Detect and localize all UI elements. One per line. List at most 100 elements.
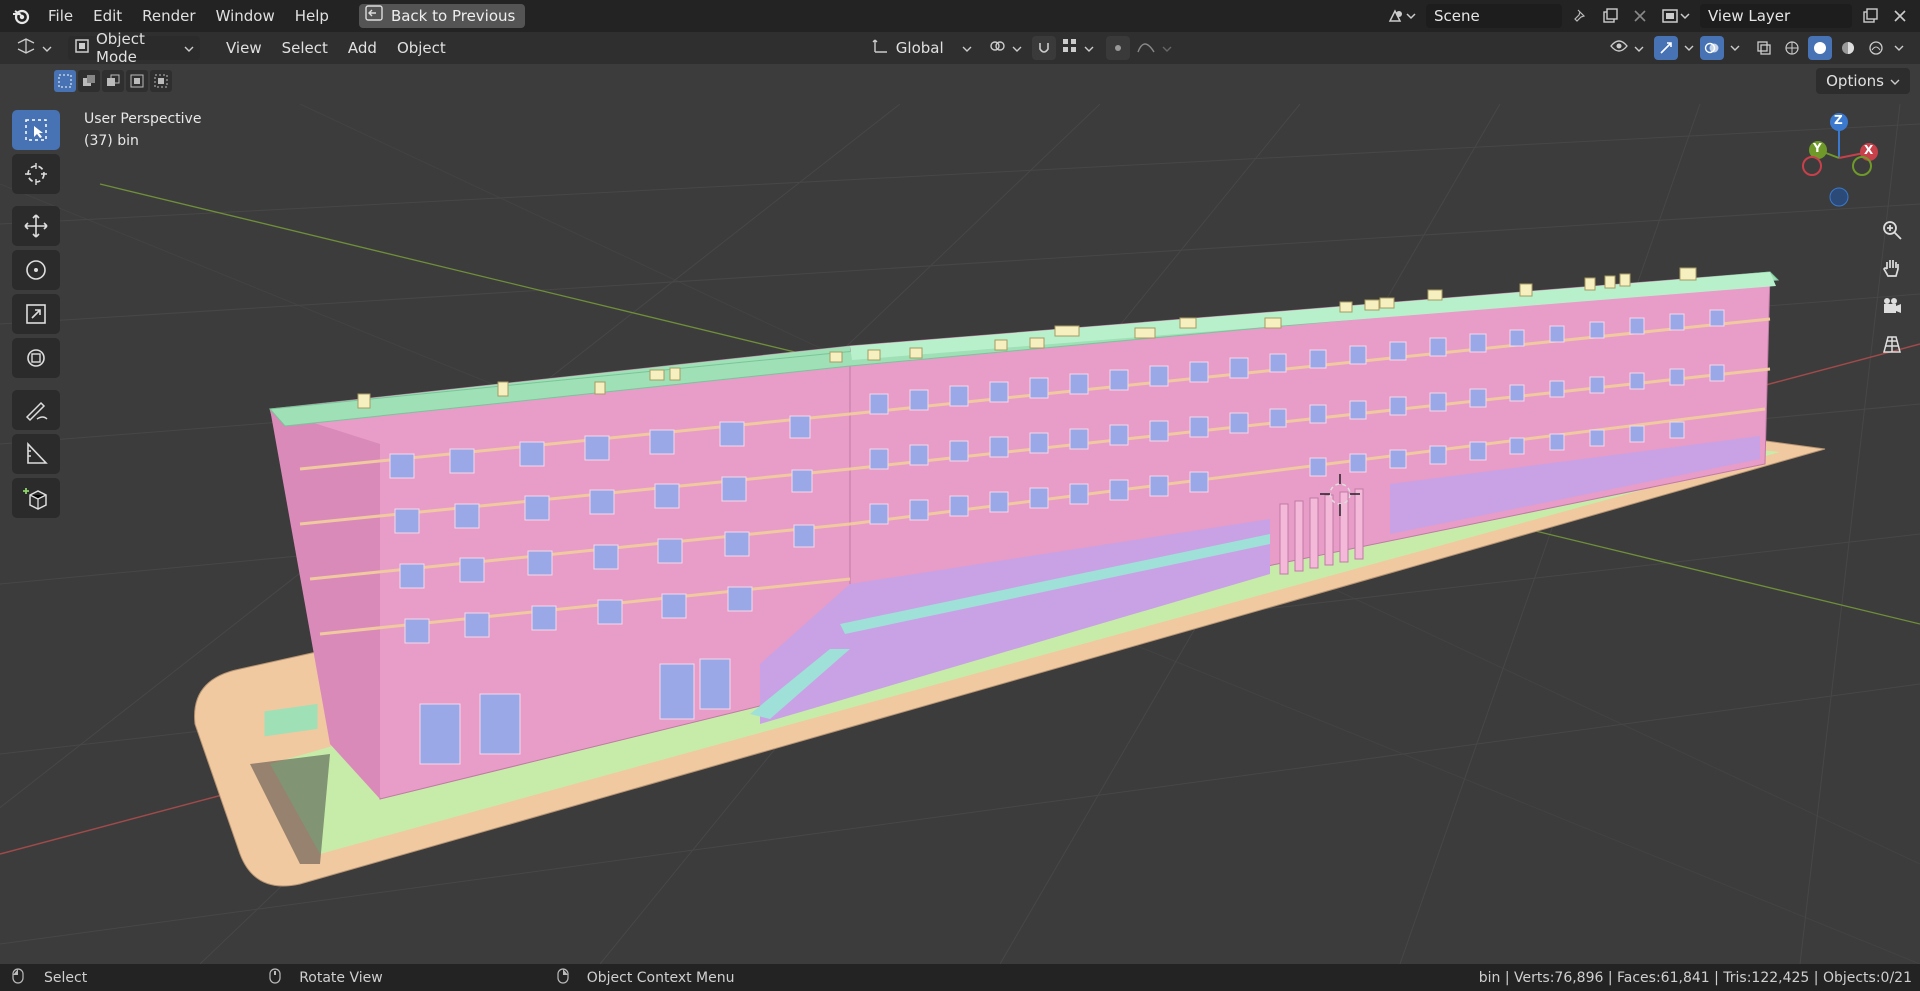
material-preview-shading-icon[interactable] (1836, 36, 1860, 60)
navigation-gizmo[interactable]: Z X Y (1784, 110, 1894, 210)
blender-logo-icon[interactable] (10, 5, 32, 27)
add-cube-tool[interactable] (12, 478, 60, 518)
viewport-header: Object Mode View Select Add Object Globa… (0, 30, 1920, 66)
viewport-shading-controls (1604, 36, 1906, 60)
status-bar: Select Rotate View Object Context Menu b… (0, 964, 1920, 991)
viewport-editor-icon (16, 37, 36, 59)
overlays-dropdown-chevron-icon[interactable] (1728, 36, 1742, 60)
new-view-layer-icon[interactable] (1858, 4, 1882, 28)
menu-window[interactable]: Window (206, 4, 285, 28)
chevron-down-icon (42, 39, 52, 57)
gizmo-z-label: Z (1834, 113, 1843, 127)
status-rotate-hint: Rotate View (269, 967, 383, 988)
mode-dropdown[interactable]: Object Mode (68, 30, 200, 66)
snap-toggle-icon[interactable] (1031, 36, 1056, 60)
scene-name: Scene (1434, 7, 1480, 25)
top-menu-bar: File Edit Render Window Help Back to Pre… (0, 0, 1920, 32)
perspective-label: User Perspective (84, 111, 202, 127)
visibility-dropdown[interactable] (1604, 36, 1650, 60)
select-new-icon[interactable] (54, 70, 76, 92)
pivot-point-dropdown[interactable] (982, 36, 1028, 60)
mode-label: Object Mode (96, 30, 145, 66)
status-select-label: Select (44, 969, 88, 986)
menu-render[interactable]: Render (132, 4, 205, 28)
shading-dropdown-chevron-icon[interactable] (1892, 36, 1906, 60)
solid-shading-icon[interactable] (1808, 36, 1832, 60)
menu-file[interactable]: File (38, 4, 83, 28)
proportional-editing-icon[interactable] (1105, 36, 1130, 60)
mouse-left-icon (12, 967, 24, 988)
select-box-tool[interactable] (12, 110, 60, 150)
transform-orientation-dropdown[interactable]: Global (866, 36, 978, 60)
xray-toggle-icon[interactable] (1752, 36, 1776, 60)
delete-scene-icon[interactable] (1628, 4, 1652, 28)
gizmo-dropdown-chevron-icon[interactable] (1682, 36, 1696, 60)
menu-help[interactable]: Help (285, 4, 339, 28)
select-subtract-icon[interactable] (102, 70, 124, 92)
toolbar-separator (10, 380, 62, 388)
pan-hand-icon[interactable] (1876, 252, 1908, 284)
rotate-tool[interactable] (12, 250, 60, 290)
3d-viewport[interactable] (0, 64, 1920, 964)
cursor-tool[interactable] (12, 154, 60, 194)
select-extend-icon[interactable] (78, 70, 100, 92)
new-scene-icon[interactable] (1598, 4, 1622, 28)
select-intersect-icon[interactable] (150, 70, 172, 92)
editor-type-dropdown[interactable] (10, 36, 58, 60)
back-to-previous-button[interactable]: Back to Previous (358, 4, 526, 28)
options-label: Options (1826, 72, 1884, 90)
gizmo-x-label: X (1864, 143, 1874, 157)
gizmo-toggle-icon[interactable] (1654, 36, 1678, 60)
zoom-icon[interactable] (1876, 214, 1908, 246)
object-info-label: (37) bin (84, 133, 139, 149)
snap-target-dropdown[interactable] (1056, 36, 1100, 60)
falloff-curve-icon (1136, 38, 1156, 58)
options-dropdown[interactable]: Options (1816, 68, 1910, 94)
transform-tool[interactable] (12, 338, 60, 378)
overlays-toggle-icon[interactable] (1700, 36, 1724, 60)
back-icon (365, 4, 383, 28)
mouse-middle-icon (269, 967, 281, 988)
ortho-perspective-grid-icon[interactable] (1876, 328, 1908, 360)
workspace-selectors: Scene View Layer (1384, 0, 1920, 32)
pin-icon[interactable] (1568, 4, 1592, 28)
chevron-down-icon (1890, 72, 1900, 90)
wireframe-shading-icon[interactable] (1780, 36, 1804, 60)
menu-select[interactable]: Select (272, 39, 338, 57)
move-tool[interactable] (12, 206, 60, 246)
chevron-down-icon (1012, 39, 1022, 57)
tool-shelf (10, 108, 62, 520)
snap-grid-icon (1062, 38, 1078, 58)
scale-tool[interactable] (12, 294, 60, 334)
view-layer-type-icon[interactable] (1658, 4, 1694, 28)
chevron-down-icon (1084, 39, 1094, 57)
status-context-hint: Object Context Menu (557, 967, 735, 988)
selection-mode-group (54, 70, 172, 92)
orientation-icon (872, 37, 890, 59)
menu-view[interactable]: View (216, 39, 272, 57)
object-mode-icon (74, 38, 90, 58)
menu-object[interactable]: Object (387, 39, 456, 57)
annotate-tool[interactable] (12, 390, 60, 430)
rendered-shading-icon[interactable] (1864, 36, 1888, 60)
camera-view-icon[interactable] (1876, 290, 1908, 322)
measure-tool[interactable] (12, 434, 60, 474)
menu-edit[interactable]: Edit (83, 4, 132, 28)
view-layer-field[interactable]: View Layer (1700, 4, 1852, 28)
status-select-hint: Select (12, 967, 88, 988)
scene-name-field[interactable]: Scene (1426, 4, 1562, 28)
viewport-nav-buttons (1876, 214, 1908, 360)
delete-view-layer-icon[interactable] (1888, 4, 1912, 28)
scene-type-icon[interactable] (1384, 4, 1420, 28)
viewport-scene (0, 64, 1920, 964)
eye-icon (1610, 39, 1628, 57)
chevron-down-icon (962, 39, 972, 57)
menu-add[interactable]: Add (338, 39, 387, 57)
status-rotate-label: Rotate View (299, 969, 383, 986)
select-invert-icon[interactable] (126, 70, 148, 92)
chevron-down-icon (1162, 39, 1172, 57)
pivot-icon (988, 37, 1006, 59)
orientation-label: Global (895, 39, 944, 57)
falloff-dropdown[interactable] (1130, 36, 1178, 60)
viewport-info: User Perspective (37) bin (84, 108, 201, 152)
